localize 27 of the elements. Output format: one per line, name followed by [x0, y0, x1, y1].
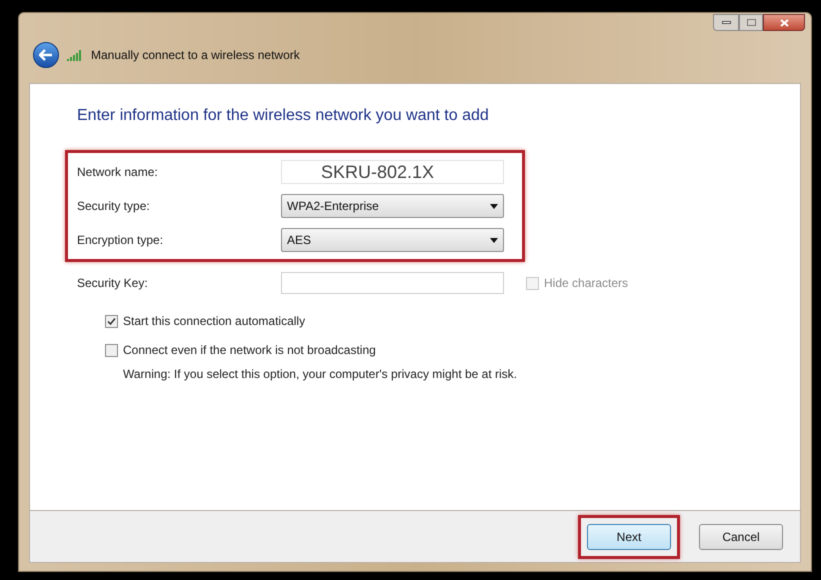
page-heading: Enter information for the wireless network you want to add	[77, 106, 490, 126]
field-label: Network name:	[77, 164, 159, 181]
checkbox-label: Start this connection automatically	[123, 313, 306, 330]
field-label: Encryption type:	[77, 232, 164, 249]
close-icon	[780, 18, 788, 26]
checkbox[interactable]	[105, 344, 118, 356]
minimize-button[interactable]	[713, 14, 739, 31]
network-name-field[interactable]: SKRU-802.1X	[281, 160, 504, 184]
field-label: Security type:	[77, 198, 151, 215]
next-button[interactable]: Next	[587, 524, 671, 550]
cancel-button[interactable]: Cancel	[699, 524, 783, 550]
back-button[interactable]	[33, 42, 59, 68]
dropdown[interactable]: WPA2-Enterprise	[281, 194, 504, 218]
caret-icon	[490, 204, 498, 208]
checkbox-label: Connect even if the network is not broadcasting	[123, 342, 376, 359]
window-title: Manually connect to a wireless network	[91, 47, 300, 64]
checkbox[interactable]	[105, 314, 118, 328]
caret-icon	[490, 238, 498, 242]
signal-icon	[67, 50, 83, 60]
security-key-field[interactable]	[281, 272, 504, 294]
dropdown[interactable]: AES	[281, 228, 504, 252]
close-button[interactable]	[763, 14, 805, 31]
back-arrow-icon	[39, 49, 53, 61]
checkbox-label: Hide characters	[544, 275, 628, 292]
maximize-button[interactable]	[739, 14, 763, 31]
warning-text: Warning: If you select this option, your computer's privacy might be at risk.	[123, 366, 518, 383]
field-label: Security Key:	[77, 275, 149, 292]
